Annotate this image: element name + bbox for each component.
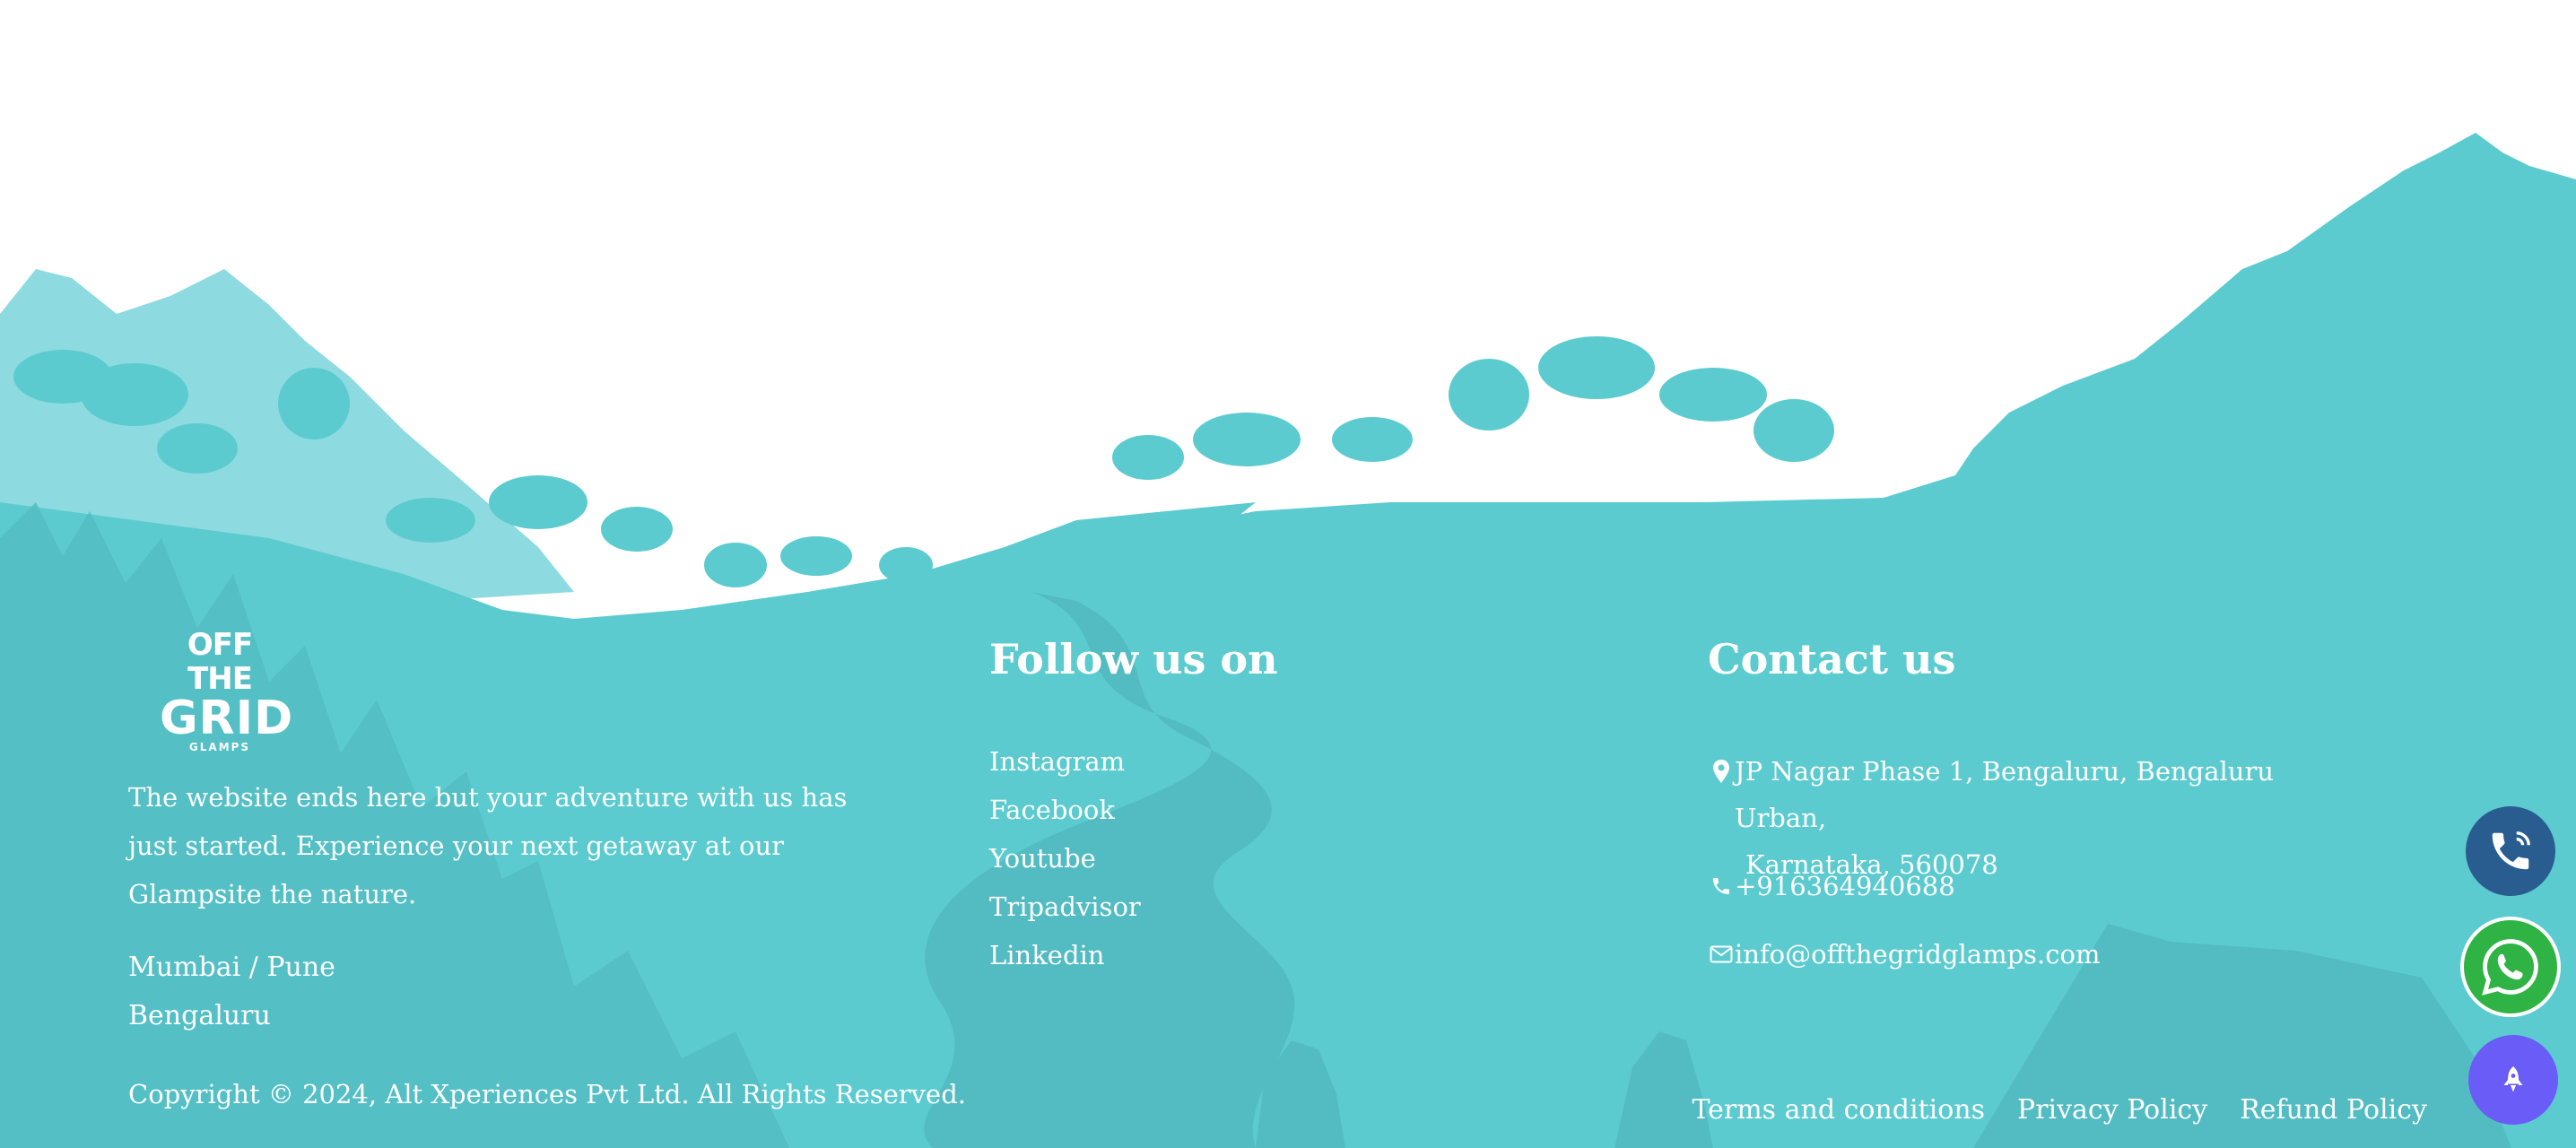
social-link-linkedin[interactable]: Linkedin <box>989 931 1141 979</box>
policy-links: Terms and conditions Privacy Policy Refu… <box>1692 1089 2427 1132</box>
logo-line-1: OFF THE <box>187 627 253 697</box>
location-mumbai-pune: Mumbai / Pune <box>128 952 335 983</box>
envelope-icon <box>1708 931 1735 978</box>
social-link-tripadvisor[interactable]: Tripadvisor <box>989 883 1141 931</box>
email-address[interactable]: info@offthegridglamps.com <box>1735 931 2100 978</box>
privacy-policy-link[interactable]: Privacy Policy <box>2017 1089 2207 1132</box>
phone-number[interactable]: +916364940688 <box>1735 863 1955 909</box>
call-button[interactable] <box>2466 806 2555 896</box>
social-link-facebook[interactable]: Facebook <box>989 786 1141 834</box>
rocket-icon <box>2503 1066 2523 1092</box>
landscape-background <box>0 133 2576 1148</box>
brand-logo[interactable]: OFF THE GRID GLAMPS <box>160 627 292 753</box>
refund-policy-link[interactable]: Refund Policy <box>2240 1089 2427 1132</box>
social-link-youtube[interactable]: Youtube <box>989 834 1141 883</box>
phone-icon <box>2492 831 2530 870</box>
address-line-1: JP Nagar Phase 1, Bengaluru, Bengaluru U… <box>1735 756 2275 833</box>
copyright-text: Copyright © 2024, Alt Xperiences Pvt Ltd… <box>128 1079 966 1109</box>
map-pin-icon <box>1708 748 1735 795</box>
phone-icon <box>1708 863 1735 909</box>
logo-line-2: GRID <box>160 691 294 745</box>
contact-phone[interactable]: +916364940688 <box>1708 863 1955 909</box>
locations: Mumbai / Pune Bengaluru <box>128 944 335 1040</box>
footer-page: OFF THE GRID GLAMPS The website ends her… <box>0 0 2576 1148</box>
location-bengaluru: Bengaluru <box>128 1000 271 1031</box>
social-links: Instagram Facebook Youtube Tripadvisor L… <box>989 737 1141 979</box>
whatsapp-button[interactable] <box>2460 917 2561 1017</box>
about-text: The website ends here but your adventure… <box>128 782 848 909</box>
scroll-to-top-button[interactable] <box>2468 1035 2558 1125</box>
social-link-instagram[interactable]: Instagram <box>989 737 1141 786</box>
contact-us-heading: Contact us <box>1708 635 1956 683</box>
terms-link[interactable]: Terms and conditions <box>1692 1089 1985 1132</box>
whatsapp-icon <box>2482 939 2538 996</box>
follow-us-heading: Follow us on <box>989 635 1278 683</box>
contact-email[interactable]: info@offthegridglamps.com <box>1708 931 2100 978</box>
